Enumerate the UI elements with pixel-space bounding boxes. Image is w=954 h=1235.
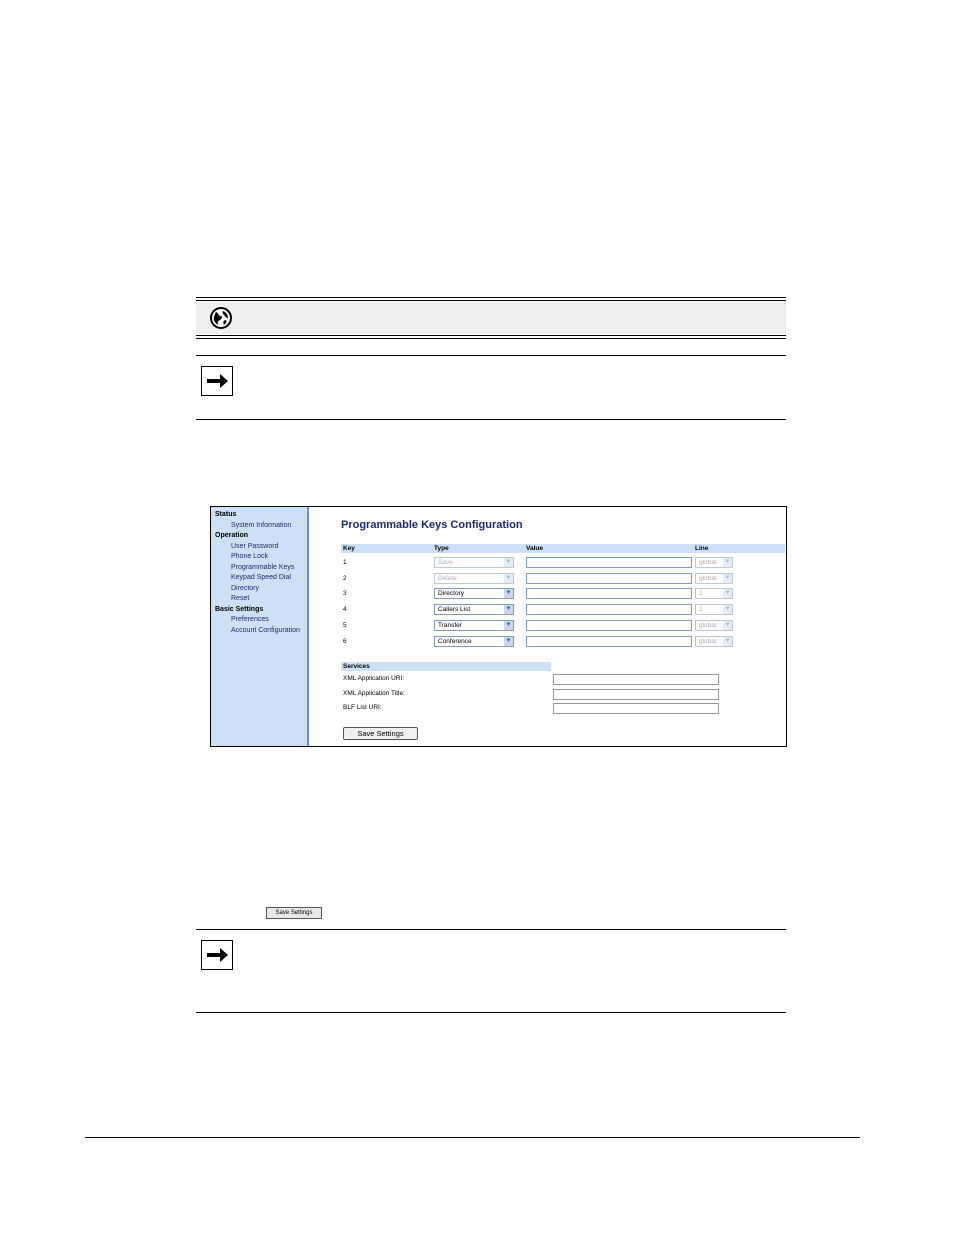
value-input[interactable]: [526, 604, 692, 616]
main-panel: Programmable Keys Configuration Key Type…: [310, 507, 786, 746]
value-input[interactable]: [526, 557, 692, 568]
chevron-down-icon: ▼: [723, 573, 732, 583]
column-header-key: Key: [343, 545, 355, 552]
page-title: Programmable Keys Configuration: [341, 519, 523, 531]
column-header-type: Type: [434, 545, 449, 552]
column-header-value: Value: [526, 545, 543, 552]
type-select-value: Save: [438, 559, 453, 566]
type-select-value: Conference: [438, 637, 472, 645]
services-header: Services: [341, 662, 551, 671]
sidebar-item[interactable]: Account Configuration: [211, 626, 307, 637]
chevron-down-icon: ▼: [504, 573, 513, 583]
type-select: Save ▼: [434, 557, 514, 568]
type-select-value: Callers List: [438, 606, 471, 614]
line-select: global ▼: [695, 572, 733, 584]
sidebar-item[interactable]: Programmable Keys: [211, 563, 307, 574]
key-row: 5 Transfer ▼ global ▼: [341, 619, 785, 632]
chevron-down-icon: ▼: [504, 558, 513, 567]
type-select-value: Directory: [438, 590, 465, 598]
type-select[interactable]: Transfer ▼: [434, 619, 514, 631]
type-select[interactable]: Conference ▼: [434, 635, 514, 647]
column-header-line: Line: [695, 545, 709, 552]
sidebar-item[interactable]: Preferences: [211, 615, 307, 626]
arrow-right-icon: [201, 940, 233, 970]
save-settings-button[interactable]: Save Settings: [343, 727, 418, 740]
webui-method-band: [196, 297, 786, 340]
line-select-value: global: [699, 621, 717, 629]
sidebar-item[interactable]: Reset: [211, 594, 307, 605]
chevron-down-icon: ▼: [723, 589, 732, 599]
line-select: global ▼: [695, 619, 733, 631]
key-row: 2 Delete ▼ global ▼: [341, 572, 785, 585]
sidebar-section: Basic Settings: [215, 605, 264, 613]
globe-icon: [210, 307, 232, 329]
key-row: 3 Directory ▼ 1 ▼: [341, 588, 785, 600]
value-input[interactable]: [526, 572, 692, 584]
services-field-input[interactable]: [553, 703, 719, 714]
chevron-down-icon: ▼: [723, 605, 732, 615]
note-block: [196, 355, 786, 420]
key-number: 6: [343, 637, 347, 645]
arrow-right-icon: [201, 366, 233, 396]
key-number: 5: [343, 621, 347, 629]
note-block-2: [196, 929, 786, 1013]
type-select-value: Delete: [438, 574, 457, 582]
sidebar-item[interactable]: User Password: [211, 542, 307, 553]
footer-rule: [85, 1137, 860, 1138]
line-select-value: 1: [699, 606, 703, 614]
services-field-label: XML Application URI:: [343, 675, 405, 682]
type-select-value: Transfer: [438, 621, 462, 629]
sidebar-item[interactable]: Keypad Speed Dial: [211, 573, 307, 584]
services-field-input[interactable]: [553, 674, 719, 685]
line-select: global ▼: [695, 557, 733, 568]
line-select: 1 ▼: [695, 604, 733, 616]
key-number: 1: [343, 559, 347, 566]
sidebar-item[interactable]: Phone Lock: [211, 552, 307, 563]
webui-screenshot: Status System Information Operation User Pa…: [210, 506, 787, 747]
keys-table-header: Key Type Value Line: [341, 544, 785, 553]
inline-save-settings-button[interactable]: Save Settings: [266, 907, 322, 919]
chevron-down-icon: ▼: [723, 620, 732, 630]
key-row: 6 Conference ▼ global ▼: [341, 635, 785, 648]
services-field-input[interactable]: [553, 688, 719, 700]
key-number: 4: [343, 606, 347, 614]
value-input[interactable]: [526, 619, 692, 631]
type-select[interactable]: Directory ▼: [434, 588, 514, 600]
type-select: Delete ▼: [434, 572, 514, 584]
sidebar-item[interactable]: System Information: [211, 521, 307, 532]
key-row: 4 Callers List ▼ 1 ▼: [341, 604, 785, 616]
line-select-value: 1: [699, 590, 703, 598]
chevron-down-icon: ▼: [723, 636, 732, 646]
line-select-value: global: [699, 637, 717, 645]
line-select: 1 ▼: [695, 588, 733, 600]
sidebar-section: Status: [215, 511, 237, 518]
value-input[interactable]: [526, 588, 692, 600]
chevron-down-icon: ▼: [504, 605, 513, 615]
chevron-down-icon: ▼: [504, 620, 513, 630]
chevron-down-icon: ▼: [504, 589, 513, 599]
chevron-down-icon: ▼: [723, 558, 732, 567]
key-row: 1 Save ▼ global ▼: [341, 557, 785, 569]
type-select[interactable]: Callers List ▼: [434, 604, 514, 616]
sidebar: Status System Information Operation User Pa…: [211, 507, 309, 746]
value-input[interactable]: [526, 635, 692, 647]
line-select: global ▼: [695, 635, 733, 647]
key-number: 3: [343, 590, 347, 598]
sidebar-section: Operation: [215, 532, 249, 539]
key-number: 2: [343, 574, 347, 582]
services-field-label: XML Application Title:: [343, 689, 405, 697]
services-field-label: BLF List URI:: [343, 704, 382, 711]
chevron-down-icon: ▼: [504, 636, 513, 646]
line-select-value: global: [699, 559, 717, 566]
line-select-value: global: [699, 574, 717, 582]
sidebar-item[interactable]: Directory: [211, 584, 307, 595]
